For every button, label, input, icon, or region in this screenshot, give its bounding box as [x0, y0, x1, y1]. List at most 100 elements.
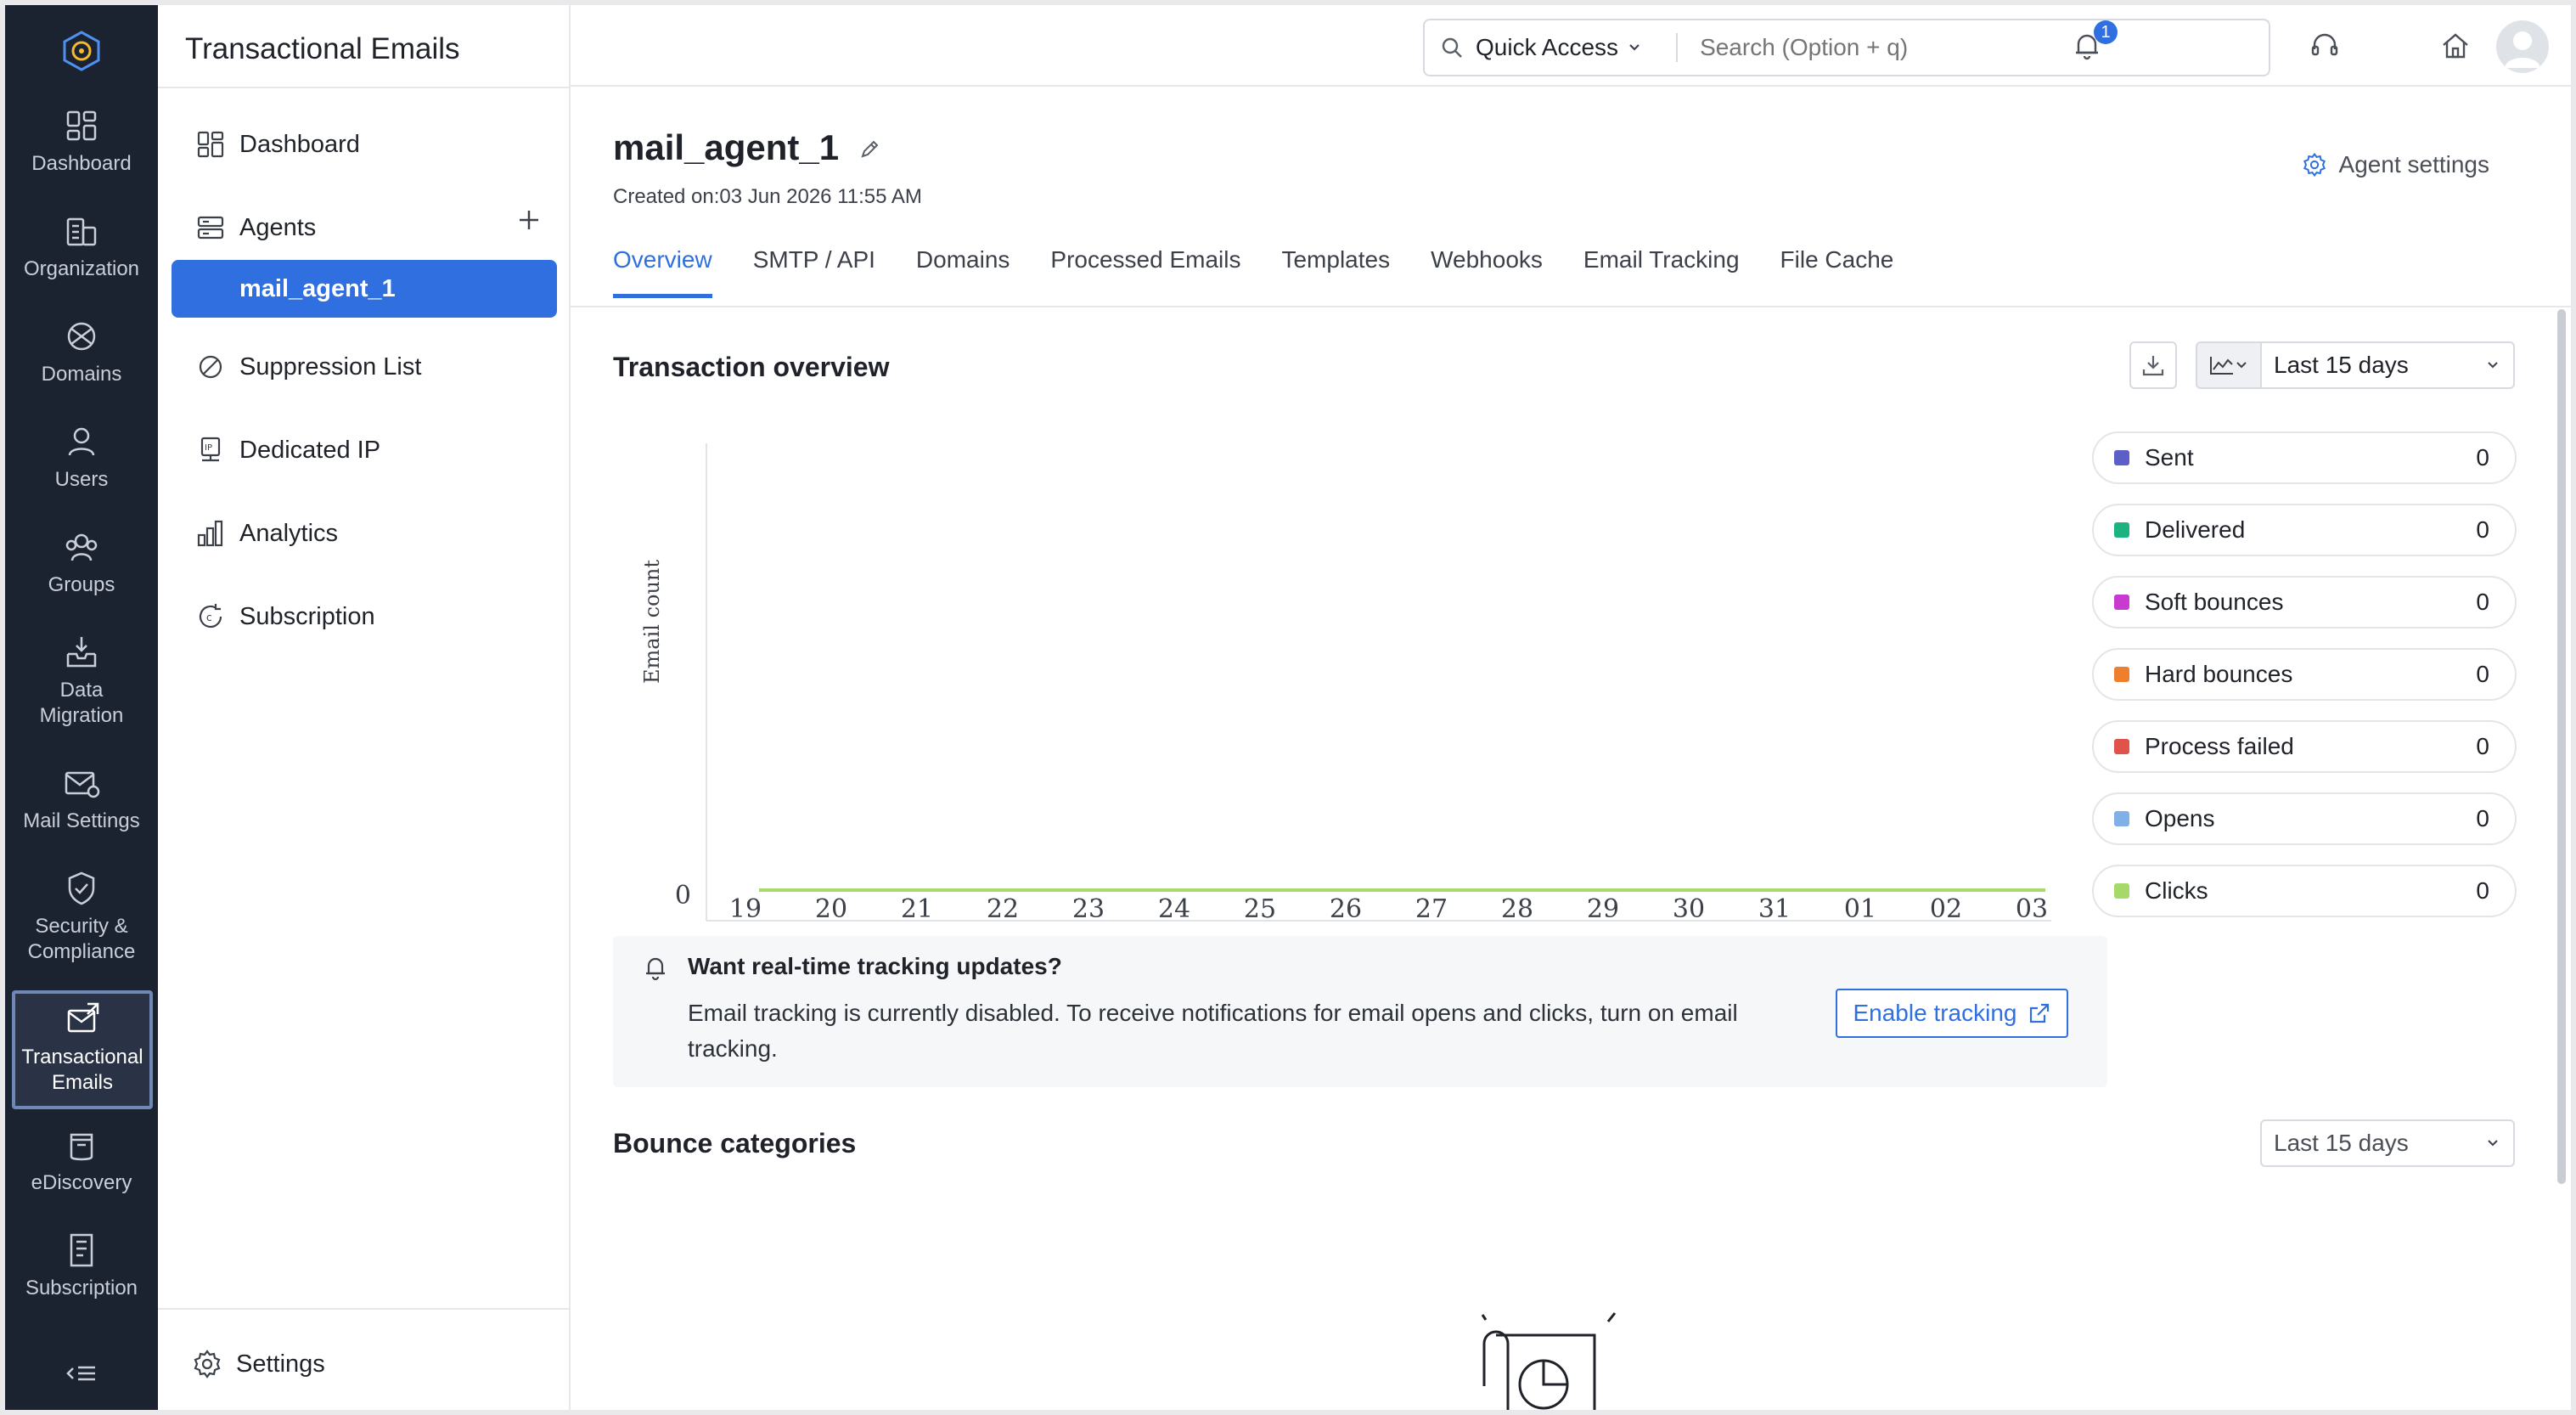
legend-value: 0 [2476, 444, 2489, 471]
sidebar-item-analytics[interactable]: Analytics [195, 510, 338, 557]
x-tick-label: 30 [1673, 894, 1705, 924]
legend-item-hard-bounces[interactable]: Hard bounces 0 [2092, 648, 2517, 701]
divider [158, 1308, 571, 1310]
sidebar-item-label: Dedicated IP [239, 436, 381, 464]
bar-chart-icon [197, 520, 223, 547]
rail-item-subscription[interactable]: Subscription [5, 1230, 158, 1301]
x-tick-label: 19 [729, 894, 762, 924]
rail-item-organization[interactable]: Organization [5, 211, 158, 282]
tab-smtp-api[interactable]: SMTP / API [753, 246, 875, 298]
x-tick-label: 22 [987, 894, 1019, 924]
rail-item-mail-settings[interactable]: Mail Settings [5, 763, 158, 834]
divider [158, 87, 571, 88]
rail-item-label: Transactional Emails [21, 1046, 143, 1094]
x-tick-label: 31 [1758, 894, 1791, 924]
headset-icon[interactable] [2308, 29, 2342, 63]
enable-tracking-button[interactable]: Enable tracking [1836, 989, 2068, 1038]
sidebar-item-suppression-list[interactable]: Suppression List [195, 343, 421, 391]
rail-item-ediscovery[interactable]: eDiscovery [5, 1125, 158, 1196]
legend-swatch [2114, 450, 2129, 465]
legend-item-clicks[interactable]: Clicks 0 [2092, 865, 2517, 917]
rail-item-groups[interactable]: Groups [5, 527, 158, 598]
app-logo-icon[interactable] [59, 29, 104, 73]
empty-state-illustration [1481, 1312, 1617, 1410]
x-tick-label: 23 [1072, 894, 1105, 924]
x-tick-label: 27 [1415, 894, 1448, 924]
gear-icon [2303, 152, 2326, 178]
x-tick-label: 24 [1158, 894, 1190, 924]
tab-templates[interactable]: Templates [1281, 246, 1390, 298]
sidebar-item-agents[interactable]: Agents [195, 204, 316, 251]
notification-badge: 1 [2094, 20, 2118, 44]
tab-file-cache[interactable]: File Cache [1780, 246, 1894, 298]
sidebar-item-dashboard[interactable]: Dashboard [195, 121, 360, 168]
y-tick-label: 0 [675, 881, 691, 910]
sidebar-item-label: Suppression List [239, 352, 422, 381]
legend-item-soft-bounces[interactable]: Soft bounces 0 [2092, 576, 2517, 629]
notice-title: Want real-time tracking updates? [688, 953, 1062, 979]
add-agent-icon[interactable] [515, 206, 543, 234]
date-range-dropdown[interactable]: Last 15 days [2260, 341, 2515, 389]
sidebar-item-subscription[interactable]: c Subscription [195, 593, 375, 640]
legend-swatch [2114, 522, 2129, 538]
quick-access-dropdown[interactable]: Quick Access [1425, 34, 1654, 61]
legend-value: 0 [2476, 805, 2489, 832]
secondary-sidebar: Transactional Emails Dashboard Agents ma… [158, 5, 571, 1410]
bell-icon [646, 957, 665, 981]
rail-item-dashboard[interactable]: Dashboard [5, 105, 158, 177]
sidebar-item-label: Analytics [239, 519, 339, 547]
shield-check-icon [68, 871, 95, 905]
rail-item-label: Security & Compliance [27, 915, 136, 963]
pencil-icon[interactable] [858, 138, 881, 161]
globe-icon [67, 322, 96, 351]
tab-overview[interactable]: Overview [613, 246, 712, 298]
legend-item-delivered[interactable]: Delivered 0 [2092, 504, 2517, 556]
legend-swatch [2114, 667, 2129, 682]
tab-webhooks[interactable]: Webhooks [1431, 246, 1543, 298]
legend-item-process-failed[interactable]: Process failed 0 [2092, 720, 2517, 773]
x-tick-label: 03 [2016, 894, 2048, 924]
tab-domains[interactable]: Domains [916, 246, 1010, 298]
sidebar-item-label: Settings [236, 1350, 325, 1378]
rail-item-data-migration[interactable]: Data Migration [5, 632, 158, 729]
legend-swatch [2114, 595, 2129, 610]
sidebar-item-settings[interactable]: Settings [192, 1340, 325, 1388]
home-icon[interactable] [2438, 29, 2472, 63]
avatar[interactable] [2496, 20, 2549, 73]
legend-label: Sent [2145, 444, 2194, 471]
transaction-chart: 19 20 21 22 23 24 25 26 27 28 29 30 31 01 02 03 0 Email c… [640, 443, 2051, 972]
rail-item-users[interactable]: Users [5, 421, 158, 493]
y-axis-label: Email count [640, 560, 664, 684]
chart-type-dropdown[interactable] [2196, 341, 2262, 389]
collapse-rail-icon[interactable] [66, 1361, 97, 1386]
tab-email-tracking[interactable]: Email Tracking [1583, 246, 1740, 298]
scrollbar[interactable] [2557, 309, 2566, 1184]
agent-settings-label: Agent settings [2338, 151, 2489, 178]
x-tick-label: 02 [1930, 894, 1962, 924]
tab-processed-emails[interactable]: Processed Emails [1050, 246, 1240, 298]
rail-item-security[interactable]: Security & Compliance [5, 868, 158, 965]
sidebar-item-dedicated-ip[interactable]: IP Dedicated IP [195, 426, 380, 474]
download-button[interactable] [2129, 341, 2177, 389]
user-icon [68, 427, 95, 456]
rail-item-label: Dashboard [31, 152, 132, 175]
legend-label: Process failed [2145, 733, 2294, 759]
quick-access-label: Quick Access [1476, 34, 1619, 60]
legend-item-opens[interactable]: Opens 0 [2092, 792, 2517, 845]
legend-label: Delivered [2145, 516, 2246, 543]
agent-settings-link[interactable]: Agent settings [2302, 151, 2489, 178]
bounce-date-range-dropdown[interactable]: Last 15 days [2260, 1119, 2515, 1167]
search-input[interactable] [1700, 34, 2244, 61]
search-icon [1442, 37, 1462, 58]
sidebar-item-mail-agent-1[interactable]: mail_agent_1 [172, 260, 557, 318]
legend-item-sent[interactable]: Sent 0 [2092, 431, 2517, 484]
chevron-down-icon [2488, 362, 2498, 369]
x-tick-label: 28 [1501, 894, 1533, 924]
date-range-label: Last 15 days [2274, 352, 2409, 378]
refresh-coin-icon: c [199, 604, 222, 629]
rail-item-transactional-emails[interactable]: Transactional Emails [12, 990, 153, 1109]
rail-item-domains[interactable]: Domains [5, 316, 158, 387]
server-icon [197, 216, 224, 240]
rail-item-label: Groups [48, 573, 115, 596]
legend-value: 0 [2476, 877, 2489, 904]
